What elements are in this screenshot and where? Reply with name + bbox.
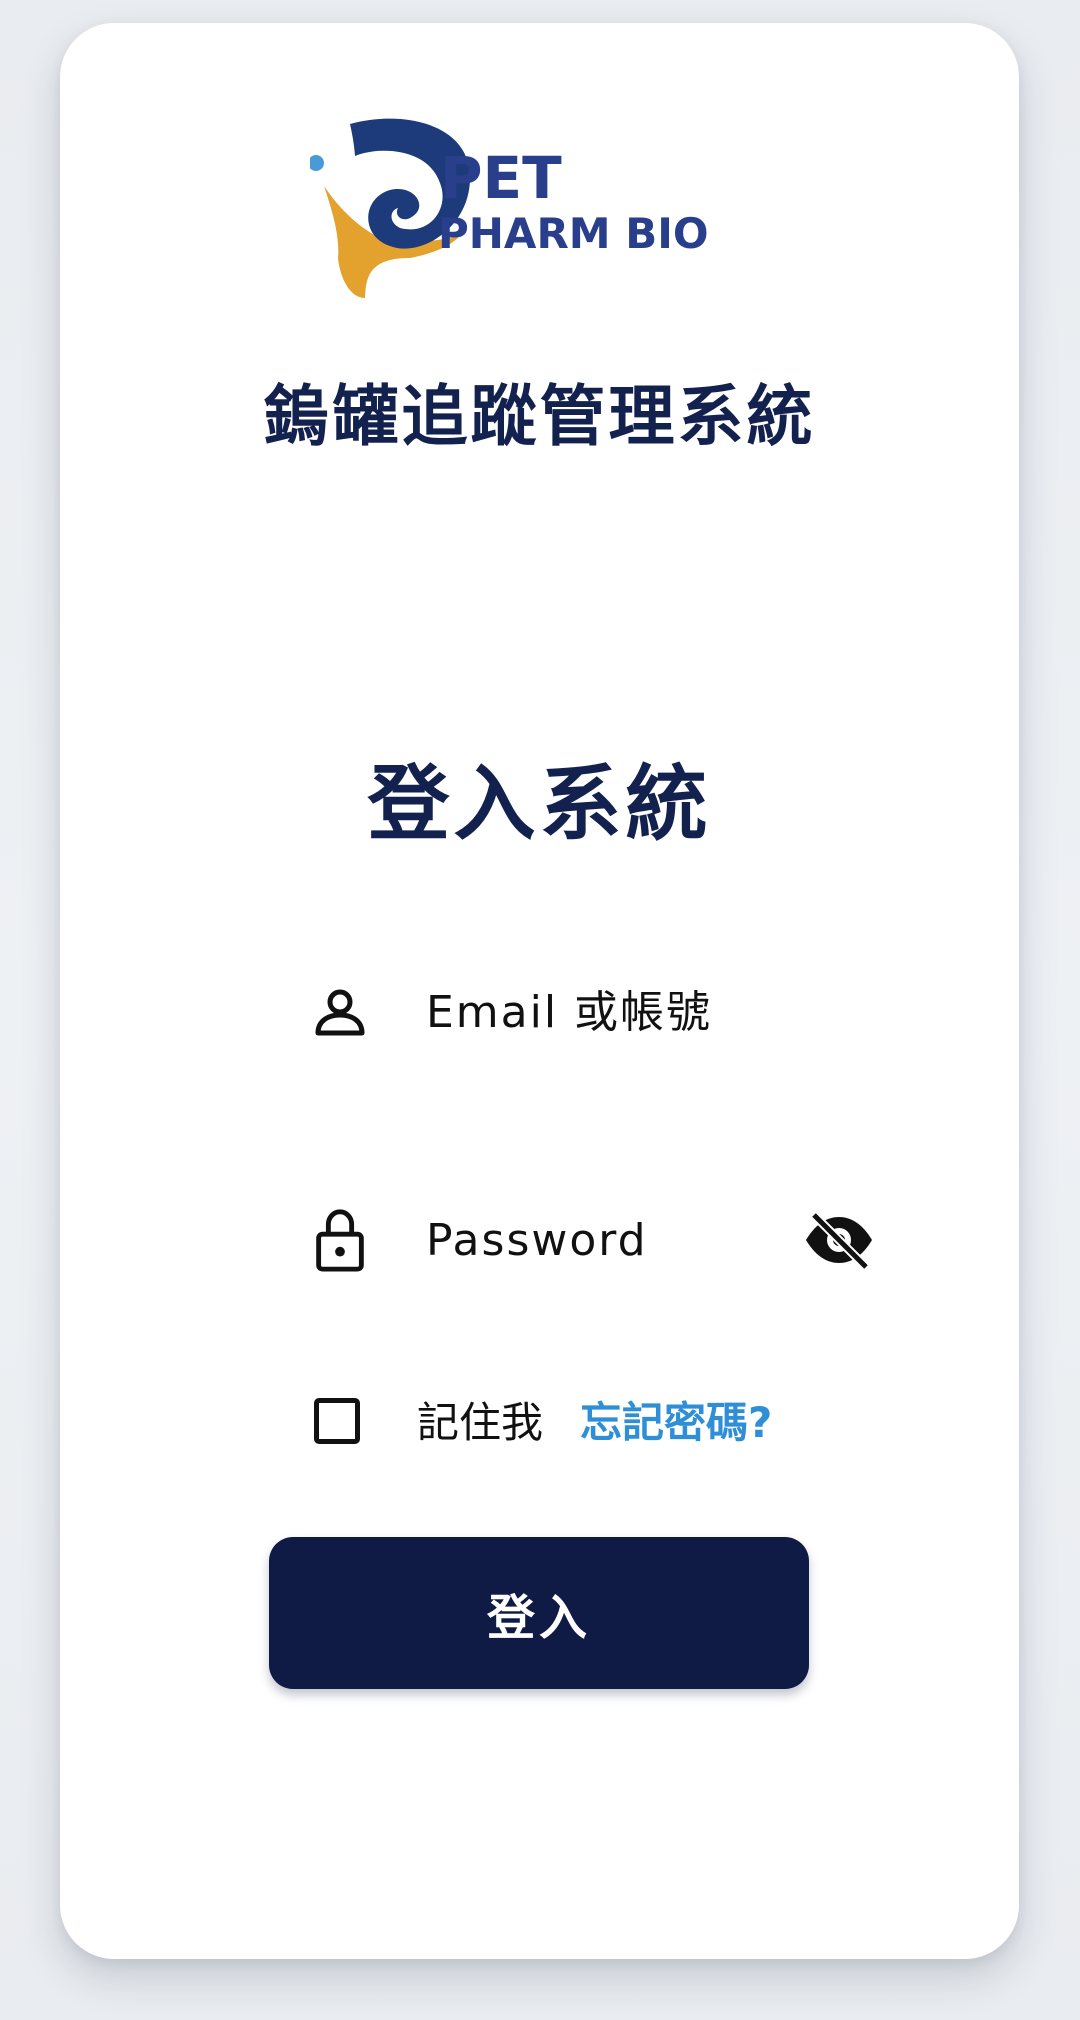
login-button[interactable]: 登入 (269, 1537, 809, 1689)
pet-pharm-bio-logo-icon: PET PHARM BIO (310, 118, 709, 298)
eye-off-icon[interactable] (804, 1209, 874, 1271)
forgot-password-link[interactable]: 忘記密碼? (580, 1398, 772, 1448)
app-title: 鎢罐追蹤管理系統 (263, 378, 816, 455)
email-input[interactable] (426, 967, 756, 1057)
brand-logo: PET PHARM BIO (310, 118, 830, 308)
email-field (310, 967, 850, 1057)
remember-me-label[interactable]: 記住我 (417, 1398, 543, 1448)
login-title: 登入系統 (367, 757, 712, 852)
lock-icon (316, 1209, 364, 1272)
password-input[interactable] (426, 1195, 756, 1285)
logo-text-pet: PET (440, 144, 562, 212)
login-screen: PET PHARM BIO 鎢罐追蹤管理系統 登入系統 Email 或帳號 記住… (0, 0, 1080, 2020)
remember-row: 記住我 忘記密碼? (312, 1395, 872, 1455)
remember-me-checkbox[interactable] (314, 1398, 360, 1444)
logo-text-pharm-bio: PHARM BIO (438, 209, 709, 258)
password-field (310, 1195, 872, 1285)
user-icon (315, 989, 365, 1036)
login-card: PET PHARM BIO 鎢罐追蹤管理系統 登入系統 Email 或帳號 記住… (60, 23, 1019, 1959)
